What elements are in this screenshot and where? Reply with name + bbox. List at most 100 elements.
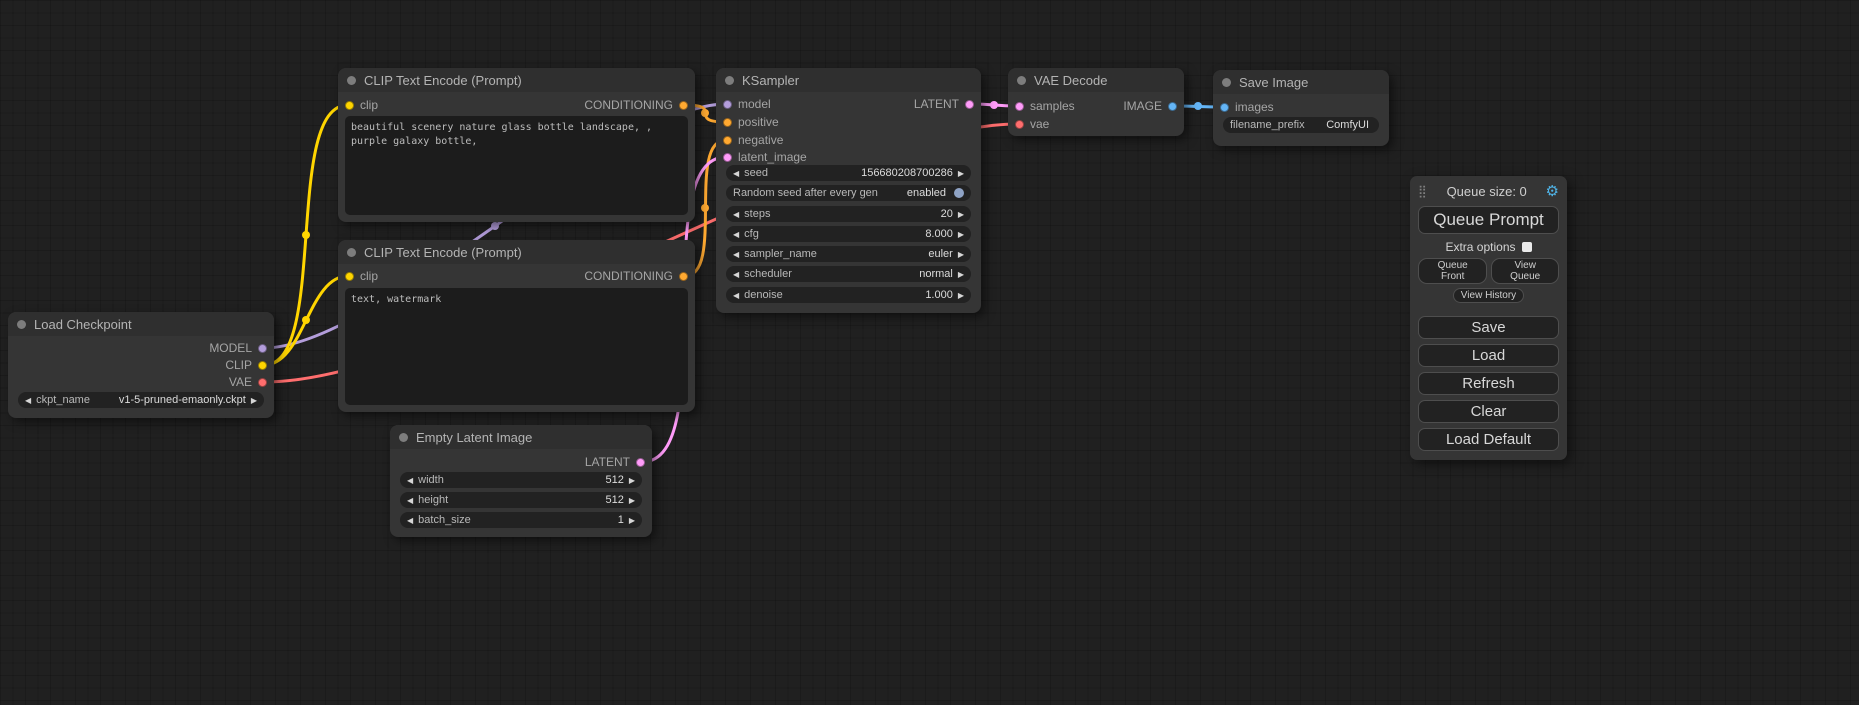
node-titlebar[interactable]: Save Image bbox=[1213, 70, 1389, 94]
node-status-dot[interactable] bbox=[17, 320, 26, 329]
widget-width[interactable]: ◀ width 512 ▶ bbox=[400, 472, 642, 488]
widget-cfg[interactable]: ◀ cfg 8.000 ▶ bbox=[726, 226, 971, 242]
prev-arrow-icon[interactable]: ◀ bbox=[733, 250, 739, 259]
toggle-knob[interactable] bbox=[954, 188, 964, 198]
input-port-negative[interactable] bbox=[723, 136, 732, 145]
view-queue-button[interactable]: View Queue bbox=[1491, 258, 1559, 284]
node-title: Empty Latent Image bbox=[416, 430, 532, 445]
increment-arrow-icon[interactable]: ▶ bbox=[958, 210, 964, 219]
widget-label: denoise bbox=[744, 289, 783, 301]
prompt-textarea[interactable]: beautiful scenery nature glass bottle la… bbox=[345, 116, 688, 215]
node-status-dot[interactable] bbox=[725, 76, 734, 85]
increment-arrow-icon[interactable]: ▶ bbox=[629, 496, 635, 505]
widget-denoise[interactable]: ◀ denoise 1.000 ▶ bbox=[726, 287, 971, 303]
node-status-dot[interactable] bbox=[1222, 78, 1231, 87]
node-status-dot[interactable] bbox=[399, 433, 408, 442]
widget-random-seed-toggle[interactable]: Random seed after every gen enabled bbox=[726, 185, 971, 201]
output-port-latent[interactable] bbox=[965, 100, 974, 109]
output-label: MODEL bbox=[209, 341, 252, 355]
next-arrow-icon[interactable]: ▶ bbox=[958, 270, 964, 279]
prev-arrow-icon[interactable]: ◀ bbox=[733, 270, 739, 279]
widget-steps[interactable]: ◀ steps 20 ▶ bbox=[726, 206, 971, 222]
queue-prompt-button[interactable]: Queue Prompt bbox=[1418, 206, 1559, 234]
input-port-latent-image[interactable] bbox=[723, 153, 732, 162]
decrement-arrow-icon[interactable]: ◀ bbox=[733, 210, 739, 219]
widget-value: 512 bbox=[449, 474, 624, 486]
prev-arrow-icon[interactable]: ◀ bbox=[25, 396, 31, 405]
link-midpoint-dot bbox=[701, 204, 709, 212]
input-port-images[interactable] bbox=[1220, 103, 1229, 112]
output-port-conditioning[interactable] bbox=[679, 101, 688, 110]
widget-scheduler[interactable]: ◀ scheduler normal ▶ bbox=[726, 266, 971, 282]
link-midpoint-dot bbox=[302, 316, 310, 324]
increment-arrow-icon[interactable]: ▶ bbox=[629, 516, 635, 525]
widget-label: height bbox=[418, 494, 448, 506]
decrement-arrow-icon[interactable]: ◀ bbox=[733, 230, 739, 239]
input-port-samples[interactable] bbox=[1015, 102, 1024, 111]
extra-options-checkbox[interactable] bbox=[1522, 242, 1532, 252]
output-port-image[interactable] bbox=[1168, 102, 1177, 111]
input-port-positive[interactable] bbox=[723, 118, 732, 127]
widget-label: cfg bbox=[744, 228, 759, 240]
node-title: Save Image bbox=[1239, 75, 1308, 90]
widget-value: v1-5-pruned-emaonly.ckpt bbox=[95, 394, 246, 406]
link-midpoint-dot bbox=[302, 231, 310, 239]
widget-label: filename_prefix bbox=[1230, 119, 1305, 131]
link-midpoint-dot bbox=[491, 222, 499, 230]
queue-front-button[interactable]: Queue Front bbox=[1418, 258, 1487, 284]
output-label: IMAGE bbox=[1123, 99, 1162, 113]
input-port-model[interactable] bbox=[723, 100, 732, 109]
output-port-clip[interactable] bbox=[258, 361, 267, 370]
widget-label: ckpt_name bbox=[36, 394, 90, 406]
increment-arrow-icon[interactable]: ▶ bbox=[958, 230, 964, 239]
output-port-latent[interactable] bbox=[636, 458, 645, 467]
load-default-button[interactable]: Load Default bbox=[1418, 428, 1559, 451]
node-titlebar[interactable]: Load Checkpoint bbox=[8, 312, 274, 336]
input-port-clip[interactable] bbox=[345, 101, 354, 110]
increment-arrow-icon[interactable]: ▶ bbox=[629, 476, 635, 485]
node-status-dot[interactable] bbox=[347, 76, 356, 85]
widget-filename-prefix[interactable]: filename_prefix ComfyUI bbox=[1223, 117, 1379, 133]
increment-arrow-icon[interactable]: ▶ bbox=[958, 291, 964, 300]
widget-value: 156680208700286 bbox=[773, 167, 953, 179]
refresh-button[interactable]: Refresh bbox=[1418, 372, 1559, 395]
node-status-dot[interactable] bbox=[347, 248, 356, 257]
output-port-model[interactable] bbox=[258, 344, 267, 353]
node-title: VAE Decode bbox=[1034, 73, 1107, 88]
panel-drag-handle-icon[interactable]: ⣿ bbox=[1418, 184, 1427, 198]
clear-button[interactable]: Clear bbox=[1418, 400, 1559, 423]
node-titlebar[interactable]: VAE Decode bbox=[1008, 68, 1184, 92]
save-button[interactable]: Save bbox=[1418, 316, 1559, 339]
settings-gear-icon[interactable]: ⚙ bbox=[1546, 182, 1559, 200]
node-graph-canvas[interactable]: Load Checkpoint MODEL CLIP VAE ◀ ckpt_na… bbox=[0, 0, 1859, 705]
output-port-conditioning[interactable] bbox=[679, 272, 688, 281]
node-clip-text-encode-positive: CLIP Text Encode (Prompt) clip CONDITION… bbox=[338, 68, 695, 222]
output-port-vae[interactable] bbox=[258, 378, 267, 387]
widget-value: 8.000 bbox=[764, 228, 953, 240]
widget-value: normal bbox=[797, 268, 953, 280]
node-titlebar[interactable]: CLIP Text Encode (Prompt) bbox=[338, 240, 695, 264]
next-arrow-icon[interactable]: ▶ bbox=[251, 396, 257, 405]
view-history-button[interactable]: View History bbox=[1453, 288, 1524, 303]
decrement-arrow-icon[interactable]: ◀ bbox=[407, 496, 413, 505]
node-status-dot[interactable] bbox=[1017, 76, 1026, 85]
node-titlebar[interactable]: Empty Latent Image bbox=[390, 425, 652, 449]
prompt-textarea[interactable]: text, watermark bbox=[345, 288, 688, 405]
increment-arrow-icon[interactable]: ▶ bbox=[958, 169, 964, 178]
widget-seed[interactable]: ◀ seed 156680208700286 ▶ bbox=[726, 165, 971, 181]
decrement-arrow-icon[interactable]: ◀ bbox=[733, 169, 739, 178]
next-arrow-icon[interactable]: ▶ bbox=[958, 250, 964, 259]
input-port-clip[interactable] bbox=[345, 272, 354, 281]
decrement-arrow-icon[interactable]: ◀ bbox=[407, 476, 413, 485]
node-title: CLIP Text Encode (Prompt) bbox=[364, 73, 522, 88]
node-titlebar[interactable]: CLIP Text Encode (Prompt) bbox=[338, 68, 695, 92]
widget-sampler-name[interactable]: ◀ sampler_name euler ▶ bbox=[726, 246, 971, 262]
widget-height[interactable]: ◀ height 512 ▶ bbox=[400, 492, 642, 508]
input-port-vae[interactable] bbox=[1015, 120, 1024, 129]
load-button[interactable]: Load bbox=[1418, 344, 1559, 367]
node-titlebar[interactable]: KSampler bbox=[716, 68, 981, 92]
decrement-arrow-icon[interactable]: ◀ bbox=[733, 291, 739, 300]
decrement-arrow-icon[interactable]: ◀ bbox=[407, 516, 413, 525]
widget-ckpt-name[interactable]: ◀ ckpt_name v1-5-pruned-emaonly.ckpt ▶ bbox=[18, 392, 264, 408]
widget-batch-size[interactable]: ◀ batch_size 1 ▶ bbox=[400, 512, 642, 528]
